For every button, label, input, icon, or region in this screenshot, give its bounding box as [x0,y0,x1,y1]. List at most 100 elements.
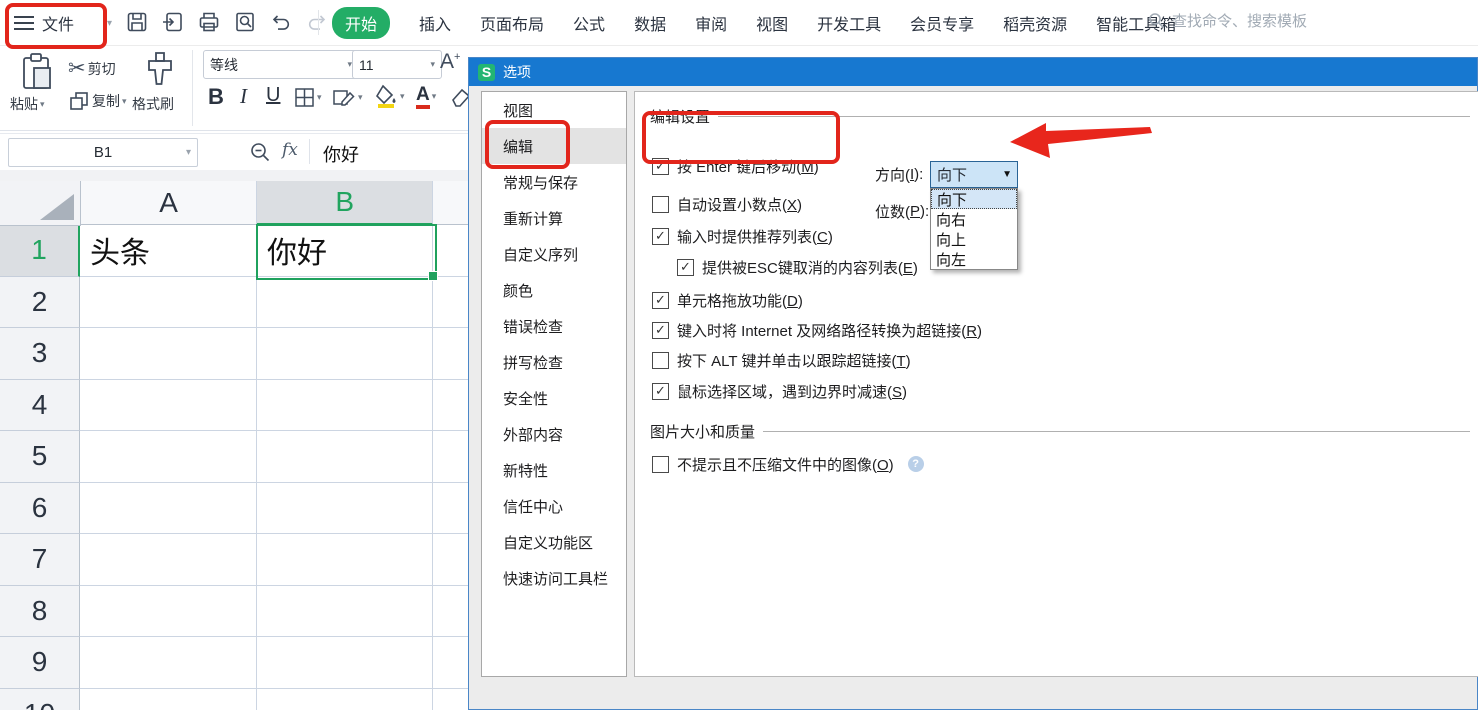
cell-C5[interactable] [433,431,468,483]
row-header-5[interactable]: 5 [0,431,80,483]
cell-A5[interactable] [80,431,257,483]
checkbox-row-2[interactable]: 自动设置小数点(X) [652,192,802,216]
bold-button[interactable]: B [208,84,224,110]
checkbox-row-8[interactable]: ✓鼠标选择区域，遇到边界时减速(S) [652,379,907,403]
file-menu-button[interactable]: 文件 [14,8,74,38]
checkbox-row-3[interactable]: ✓输入时提供推荐列表(C) [652,224,833,248]
cell-B8[interactable] [257,586,433,638]
search-box[interactable]: 查找命令、搜索模板 [1148,10,1307,31]
checkbox-row-1[interactable]: ✓按 Enter 键后移动(M) [652,154,819,178]
sidebar-item-外部内容[interactable]: 外部内容 [482,416,626,452]
cell-C10[interactable] [433,689,468,710]
font-name-select[interactable]: 等线 ▾ [203,50,359,79]
cell-B7[interactable] [257,534,433,586]
column-header-A[interactable]: A [81,181,258,225]
cell-C1[interactable] [433,225,468,277]
cell-A10[interactable] [80,689,257,710]
checkbox-row-6[interactable]: ✓键入时将 Internet 及网络路径转换为超链接(R) [652,318,982,342]
tab-开发工具[interactable]: 开发工具 [817,11,881,35]
fill-color-button[interactable]: ▾ [375,84,405,108]
checkbox-checked[interactable]: ✓ [652,322,669,339]
row-header-6[interactable]: 6 [0,483,80,535]
tab-开始[interactable]: 开始 [332,7,390,39]
row-header-7[interactable]: 7 [0,534,80,586]
paste-label[interactable]: 粘贴 ▾ [10,94,45,114]
sidebar-item-安全性[interactable]: 安全性 [482,380,626,416]
save-button[interactable] [124,8,150,36]
zoom-out-icon[interactable] [250,142,271,163]
tab-页面布局[interactable]: 页面布局 [480,11,544,35]
cell-B3[interactable] [257,328,433,380]
cell-A8[interactable] [80,586,257,638]
export-button[interactable] [160,8,186,36]
checkbox-checked[interactable]: ✓ [652,383,669,400]
dropdown-option-向上[interactable]: 向上 [931,229,1017,249]
redo-button[interactable] [304,8,330,36]
sidebar-item-视图[interactable]: 视图 [482,92,626,128]
dropdown-option-向右[interactable]: 向右 [931,209,1017,229]
checkbox-checked[interactable]: ✓ [652,292,669,309]
name-box[interactable]: B1 ▾ [8,138,198,167]
sidebar-item-错误检查[interactable]: 错误检查 [482,308,626,344]
column-header-B[interactable]: B [257,181,433,225]
row-header-9[interactable]: 9 [0,637,80,689]
tab-会员专享[interactable]: 会员专享 [910,11,974,35]
cell-B5[interactable] [257,431,433,483]
cell-B2[interactable] [257,277,433,329]
checkbox-unchecked[interactable] [652,456,669,473]
column-header-partial[interactable] [433,181,468,225]
picture-checkbox-row[interactable]: 不提示且不压缩文件中的图像(O)? [652,452,924,476]
fill-handle[interactable] [428,271,438,281]
file-chevron-icon[interactable]: ▾ [107,18,112,29]
checkbox-unchecked[interactable] [652,196,669,213]
format-painter-label[interactable]: 格式刷 [132,94,174,114]
cell-C9[interactable] [433,637,468,689]
checkbox-checked[interactable]: ✓ [652,228,669,245]
dropdown-option-向下[interactable]: 向下 [931,189,1017,209]
print-button[interactable] [196,8,222,36]
row-header-4[interactable]: 4 [0,380,80,432]
row-header-8[interactable]: 8 [0,586,80,638]
sidebar-item-信任中心[interactable]: 信任中心 [482,488,626,524]
sidebar-item-快速访问工具栏[interactable]: 快速访问工具栏 [482,560,626,596]
row-header-10[interactable]: 10 [0,689,80,710]
cell-A1[interactable]: 头条 [80,225,257,277]
cell-B4[interactable] [257,380,433,432]
cell-C2[interactable] [433,277,468,329]
sidebar-item-颜色[interactable]: 颜色 [482,272,626,308]
checkbox-checked[interactable]: ✓ [677,259,694,276]
tab-审阅[interactable]: 审阅 [695,11,727,35]
checkbox-row-7[interactable]: 按下 ALT 键并单击以跟踪超链接(T) [652,348,911,372]
cell-A3[interactable] [80,328,257,380]
borders-button[interactable]: ▾ [294,87,322,108]
underline-button[interactable]: U [266,84,280,107]
paste-button[interactable] [20,52,56,92]
cell-B1[interactable]: 你好 [257,225,433,277]
tab-公式[interactable]: 公式 [573,11,605,35]
help-icon[interactable]: ? [908,456,924,472]
checkbox-unchecked[interactable] [652,352,669,369]
cell-C7[interactable] [433,534,468,586]
cell-A9[interactable] [80,637,257,689]
direction-select[interactable]: 向下 ▼ [930,161,1018,188]
undo-button[interactable] [268,8,294,36]
sidebar-item-自定义功能区[interactable]: 自定义功能区 [482,524,626,560]
tab-插入[interactable]: 插入 [419,11,451,35]
sidebar-item-拼写检查[interactable]: 拼写检查 [482,344,626,380]
cell-B6[interactable] [257,483,433,535]
sidebar-item-常规与保存[interactable]: 常规与保存 [482,164,626,200]
cell-C6[interactable] [433,483,468,535]
cut-button[interactable]: ✂ 剪切 [68,56,116,81]
cell-style-button[interactable]: ▾ [332,87,363,108]
sidebar-item-新特性[interactable]: 新特性 [482,452,626,488]
cell-C4[interactable] [433,380,468,432]
checkbox-row-4[interactable]: ✓提供被ESC键取消的内容列表(E) [677,255,918,279]
tab-数据[interactable]: 数据 [634,11,666,35]
checkbox-checked[interactable]: ✓ [652,158,669,175]
cell-B9[interactable] [257,637,433,689]
cell-A2[interactable] [80,277,257,329]
print-preview-button[interactable] [232,8,258,36]
sidebar-item-编辑[interactable]: 编辑 [482,128,626,164]
cell-C3[interactable] [433,328,468,380]
cell-B10[interactable] [257,689,433,710]
